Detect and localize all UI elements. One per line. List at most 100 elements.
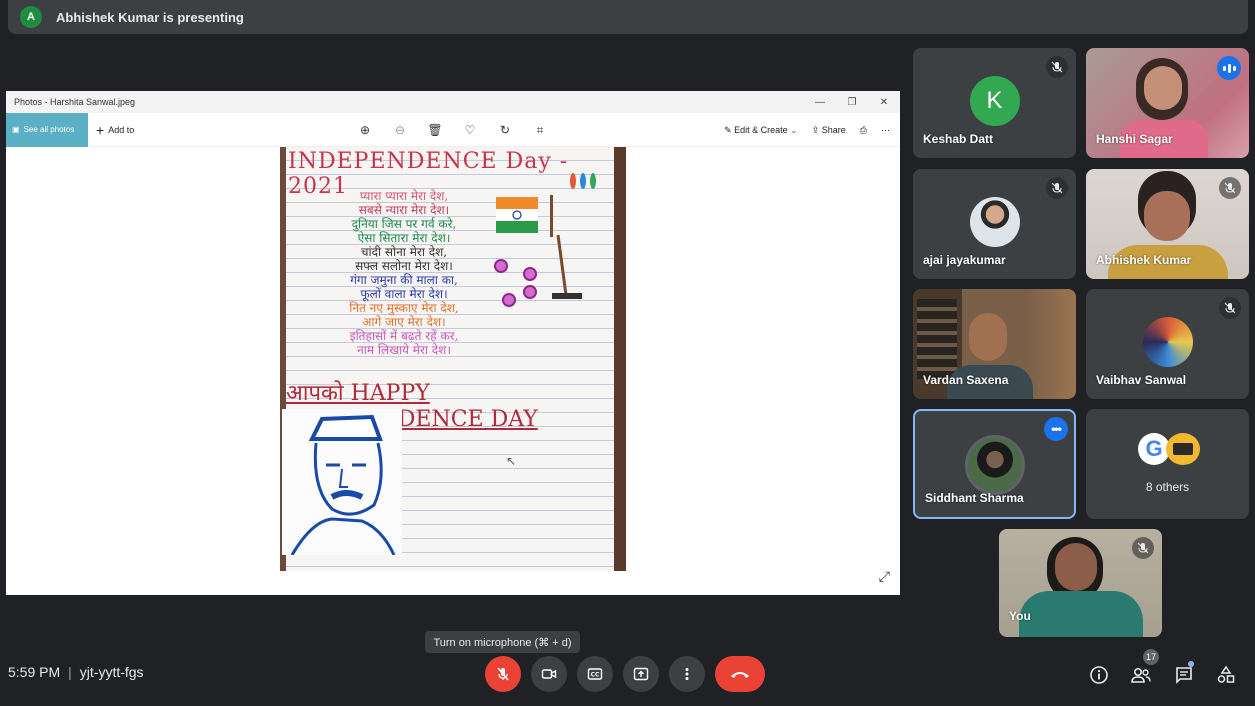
- video-face: [1055, 543, 1097, 591]
- speaking-indicator-icon: [1217, 56, 1241, 80]
- flower-drawing: [494, 259, 508, 273]
- participant-tile-others[interactable]: G 8 others: [1086, 409, 1249, 519]
- chat-notification-dot: [1188, 661, 1194, 667]
- print-icon[interactable]: ⎙: [860, 125, 867, 136]
- poem-line: आगे जाए मेरा देश।: [362, 315, 446, 329]
- photos-title-bar: Photos - Harshita Sanwal.jpeg — ❐ ✕: [6, 91, 900, 113]
- participant-name: Abhishek Kumar: [1096, 253, 1192, 267]
- video-face: [1144, 66, 1182, 110]
- video-body: [1019, 591, 1143, 637]
- mic-tooltip: Turn on microphone (⌘ + d): [425, 631, 580, 653]
- participant-tile-abhishek-kumar[interactable]: Abhishek Kumar: [1086, 169, 1249, 279]
- mic-off-icon: [497, 667, 509, 681]
- participant-tile-ajai-jayakumar[interactable]: ajai jayakumar: [913, 169, 1076, 279]
- participant-tile-siddhant-sharma[interactable]: ••• Siddhant Sharma: [913, 409, 1076, 519]
- camera-toggle-button[interactable]: [531, 656, 567, 692]
- meeting-code: yjt-yytt-fgs: [79, 664, 144, 680]
- meeting-info: 5:59 PM | yjt-yytt-fgs: [8, 664, 144, 680]
- see-all-photos-button[interactable]: ▣ See all photos: [6, 112, 88, 147]
- mic-off-icon: [1046, 177, 1068, 199]
- flagpole-drawing: [552, 235, 582, 299]
- presenter-avatar: A: [20, 6, 42, 28]
- add-to-button[interactable]: + Add to: [96, 122, 134, 138]
- crop-icon[interactable]: ⌗: [531, 123, 549, 138]
- activities-button[interactable]: [1211, 660, 1241, 690]
- more-options-icon[interactable]: •••: [1044, 417, 1068, 441]
- participant-tile-hanshi-sagar[interactable]: Hanshi Sagar: [1086, 48, 1249, 158]
- end-call-icon: [731, 672, 749, 678]
- flower-drawing: [502, 293, 516, 307]
- more-options-icon[interactable]: ⋯: [881, 125, 890, 136]
- video-face: [969, 313, 1007, 361]
- photos-toolbar: ▣ See all photos + Add to ⊕ ⊖ 🗑 ♡ ↻ ⌗ ✎ …: [6, 112, 900, 147]
- video-background: [917, 299, 957, 379]
- participant-name: ajai jayakumar: [923, 253, 1006, 267]
- favorite-icon[interactable]: ♡: [461, 123, 479, 137]
- more-vert-icon: [685, 668, 689, 680]
- people-icon: [1131, 667, 1151, 683]
- mic-off-icon: [1219, 297, 1241, 319]
- edit-create-label: Edit & Create: [734, 124, 788, 135]
- captions-button[interactable]: CC: [577, 656, 613, 692]
- poem-line: नित नए मुस्काए मेरा देश,: [349, 301, 459, 315]
- close-icon[interactable]: ✕: [868, 91, 900, 113]
- presenting-text: Abhishek Kumar is presenting: [56, 9, 244, 25]
- poem-line: इतिहासों में बढ़ते रहें कर,: [349, 329, 459, 343]
- captions-icon: CC: [587, 668, 603, 680]
- participant-tile-you[interactable]: You: [999, 529, 1162, 637]
- meeting-details-button[interactable]: [1084, 660, 1114, 690]
- edit-create-button[interactable]: ✎ Edit & Create ⌄: [724, 125, 798, 136]
- microphone-toggle-button[interactable]: [485, 656, 521, 692]
- avatar: K: [969, 76, 1020, 126]
- poem-line: फूलों वाला मेरा देश।: [360, 287, 448, 301]
- zoom-out-icon[interactable]: ⊖: [391, 123, 409, 137]
- shared-screen: Photos - Harshita Sanwal.jpeg — ❐ ✕ ▣ Se…: [6, 91, 900, 595]
- share-label: Share: [821, 124, 846, 135]
- participant-tile-keshab-datt[interactable]: K Keshab Datt: [913, 48, 1076, 158]
- participant-tile-vardan-saxena[interactable]: Vardan Saxena: [913, 289, 1076, 399]
- more-options-button[interactable]: [669, 656, 705, 692]
- avatar: [969, 197, 1020, 247]
- presenting-banner: A Abhishek Kumar is presenting: [8, 0, 1248, 34]
- poem-line: दुनिया जिस पर गर्व करे,: [351, 217, 457, 231]
- zoom-in-icon[interactable]: ⊕: [356, 123, 374, 137]
- see-all-label: See all photos: [23, 125, 75, 134]
- participant-tile-vaibhav-sanwal[interactable]: Vaibhav Sanwal: [1086, 289, 1249, 399]
- people-count-badge: 17: [1143, 649, 1159, 665]
- activities-icon: [1217, 665, 1235, 683]
- rotate-icon[interactable]: ↻: [496, 123, 514, 137]
- poem-line: प्यारा प्यारा मेरा देश,: [359, 189, 449, 203]
- restore-icon[interactable]: ❐: [836, 91, 868, 113]
- leave-call-button[interactable]: [715, 656, 765, 692]
- chat-button[interactable]: [1169, 660, 1199, 690]
- flag-drawing: [496, 195, 553, 237]
- present-icon: [633, 667, 649, 681]
- present-now-button[interactable]: [623, 656, 659, 692]
- mic-off-icon: [1132, 537, 1154, 559]
- poem-line: नाम लिखाये मेरा देश।: [357, 343, 451, 357]
- chevron-down-icon: ⌄: [790, 124, 798, 135]
- fullscreen-icon[interactable]: ⤢: [879, 568, 890, 585]
- participant-name: Hanshi Sagar: [1096, 132, 1173, 146]
- mic-off-icon: [1219, 177, 1241, 199]
- delete-icon[interactable]: 🗑: [426, 123, 444, 137]
- participant-name: Vardan Saxena: [923, 373, 1009, 387]
- meeting-time: 5:59 PM: [8, 664, 61, 680]
- gallery-icon: ▣: [12, 125, 20, 134]
- plus-icon: +: [96, 121, 105, 138]
- poem-line: सबसे न्यारा मेरा देश।: [358, 203, 450, 217]
- flower-drawing: [523, 267, 537, 281]
- minimize-icon[interactable]: —: [804, 91, 836, 113]
- mouse-cursor-icon: ↖: [506, 454, 517, 468]
- flower-drawing: [523, 285, 537, 299]
- poem-line: ऐसा सितारा मेरा देश।: [357, 231, 451, 245]
- meeting-separator: |: [68, 664, 72, 680]
- share-button[interactable]: ⇪ Share: [812, 125, 846, 136]
- poem-line: सफ्ल सलोना मेरा देश।: [355, 259, 453, 273]
- balloon-drawing: [580, 173, 586, 189]
- svg-text:CC: CC: [591, 672, 600, 679]
- participant-name: Siddhant Sharma: [925, 491, 1024, 505]
- poem-text: प्यारा प्यारा मेरा देश, सबसे न्यारा मेरा…: [304, 189, 504, 357]
- add-to-label: Add to: [108, 124, 135, 135]
- camera-icon: [541, 669, 557, 679]
